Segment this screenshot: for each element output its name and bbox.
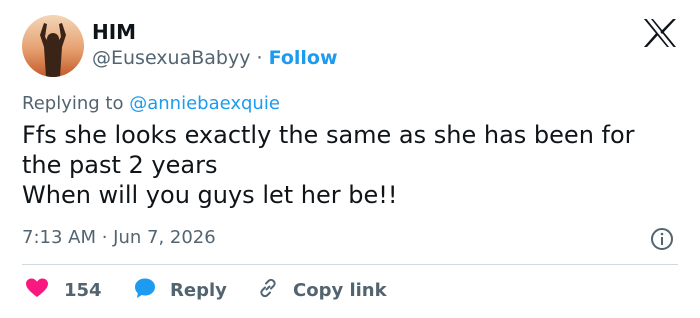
tweet-text-line: When will you guys let her be!! xyxy=(22,181,398,209)
tweet-text-line: Ffs she looks exactly the same as she ha… xyxy=(22,121,635,149)
info-icon[interactable] xyxy=(650,227,674,251)
divider xyxy=(22,264,678,265)
speech-bubble-icon xyxy=(134,277,156,303)
heart-icon xyxy=(26,278,48,302)
replying-to-handle-link[interactable]: @anniebaexquie xyxy=(129,93,280,114)
author-handle-row: @EusexuaBabyy · Follow xyxy=(92,47,338,69)
tweet-text: Ffs she looks exactly the same as she ha… xyxy=(22,120,692,210)
replying-to-line: Replying to @anniebaexquie xyxy=(22,93,280,114)
follow-button[interactable]: Follow xyxy=(269,47,338,69)
author-handle[interactable]: @EusexuaBabyy xyxy=(92,47,250,69)
tweet-timestamp[interactable]: 7:13 AM · Jun 7, 2026 xyxy=(22,227,216,248)
like-button[interactable]: 154 xyxy=(26,276,102,304)
copy-link-button[interactable]: Copy link xyxy=(257,276,387,304)
copy-link-label: Copy link xyxy=(293,279,387,301)
link-icon xyxy=(257,277,279,303)
replying-prefix: Replying to xyxy=(22,93,124,114)
reply-button[interactable]: Reply xyxy=(134,276,227,304)
tweet-text-line: the past 2 years xyxy=(22,151,218,179)
action-bar: 154 Reply Copy link xyxy=(22,276,682,304)
avatar[interactable] xyxy=(22,15,84,77)
separator-dot: · xyxy=(256,47,263,69)
like-count: 154 xyxy=(64,279,102,301)
x-logo-icon[interactable] xyxy=(643,18,677,48)
author-name[interactable]: HIM xyxy=(92,20,136,44)
reply-label: Reply xyxy=(170,279,227,301)
